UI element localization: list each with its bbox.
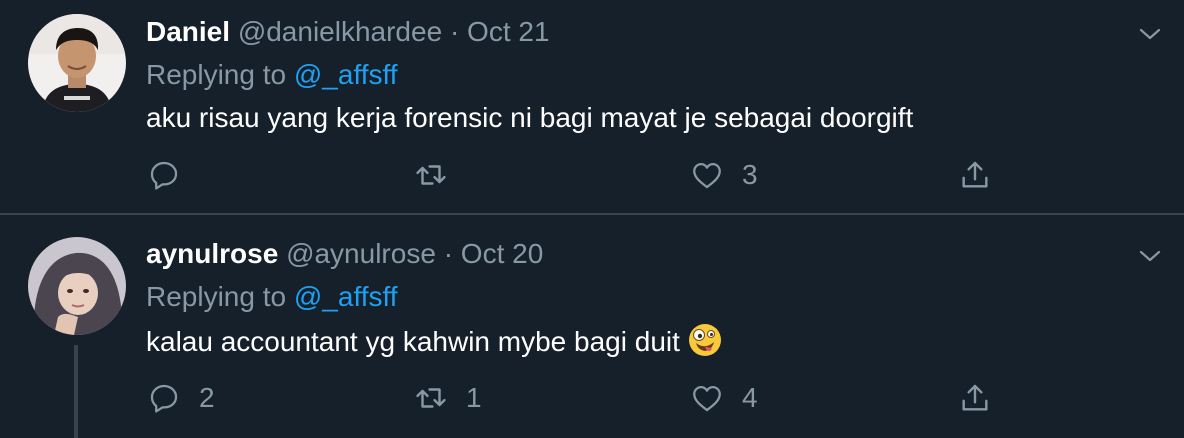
avatar[interactable] bbox=[28, 237, 126, 335]
retweet-button[interactable] bbox=[414, 155, 466, 195]
replying-to: Replying to @_affsff bbox=[146, 281, 398, 313]
tweet-text: aku risau yang kerja forensic ni bagi ma… bbox=[146, 102, 914, 133]
retweet-button[interactable]: 1 bbox=[414, 378, 482, 418]
separator-dot: · bbox=[443, 238, 454, 269]
avatar[interactable] bbox=[28, 14, 126, 112]
like-button[interactable]: 3 bbox=[690, 155, 758, 195]
retweet-icon bbox=[416, 165, 446, 185]
heart-icon bbox=[693, 385, 721, 412]
tweet-aynulrose[interactable]: aynulrose @aynulrose · Oct 20 Replying t… bbox=[0, 215, 1184, 438]
reply-button[interactable] bbox=[147, 155, 199, 195]
tweet-header: Daniel @danielkhardee · Oct 21 bbox=[146, 16, 550, 48]
mention-link[interactable]: @_affsff bbox=[294, 59, 398, 90]
user-name[interactable]: aynulrose bbox=[146, 238, 278, 269]
user-handle[interactable]: @danielkhardee bbox=[238, 16, 442, 47]
chevron-down-icon[interactable] bbox=[1138, 244, 1162, 268]
share-icon bbox=[962, 161, 988, 188]
tweet-date[interactable]: Oct 21 bbox=[467, 16, 549, 47]
heart-icon bbox=[693, 162, 721, 189]
reply-count: 2 bbox=[199, 382, 215, 413]
user-name[interactable]: Daniel bbox=[146, 16, 230, 47]
tweet-text: kalau accountant yg kahwin mybe bagi dui… bbox=[146, 326, 680, 357]
like-button[interactable]: 4 bbox=[690, 378, 758, 418]
mention-link[interactable]: @_affsff bbox=[294, 281, 398, 312]
share-button[interactable] bbox=[958, 378, 992, 418]
user-handle[interactable]: @aynulrose bbox=[286, 238, 436, 269]
share-icon bbox=[962, 384, 988, 411]
like-count: 4 bbox=[742, 382, 758, 413]
tweet-date[interactable]: Oct 20 bbox=[461, 238, 543, 269]
reply-icon bbox=[150, 384, 178, 413]
replying-label: Replying to bbox=[146, 59, 287, 90]
retweet-icon bbox=[416, 388, 446, 408]
tweet-actions: 3 bbox=[0, 155, 1184, 195]
tweet-daniel[interactable]: Daniel @danielkhardee · Oct 21 Replying … bbox=[0, 0, 1184, 214]
retweet-count: 1 bbox=[466, 382, 482, 413]
like-count: 3 bbox=[742, 159, 758, 190]
share-button[interactable] bbox=[958, 155, 992, 195]
replying-to: Replying to @_affsff bbox=[146, 59, 398, 91]
replying-label: Replying to bbox=[146, 281, 287, 312]
chevron-down-icon[interactable] bbox=[1138, 22, 1162, 46]
reply-button[interactable]: 2 bbox=[147, 378, 215, 418]
separator-dot: · bbox=[449, 16, 460, 47]
zany-face-emoji bbox=[688, 323, 722, 364]
reply-icon bbox=[150, 161, 178, 190]
tweet-actions: 2 1 4 bbox=[0, 378, 1184, 418]
tweet-text-wrap: kalau accountant yg kahwin mybe bagi dui… bbox=[146, 323, 722, 364]
tweet-header: aynulrose @aynulrose · Oct 20 bbox=[146, 238, 543, 270]
